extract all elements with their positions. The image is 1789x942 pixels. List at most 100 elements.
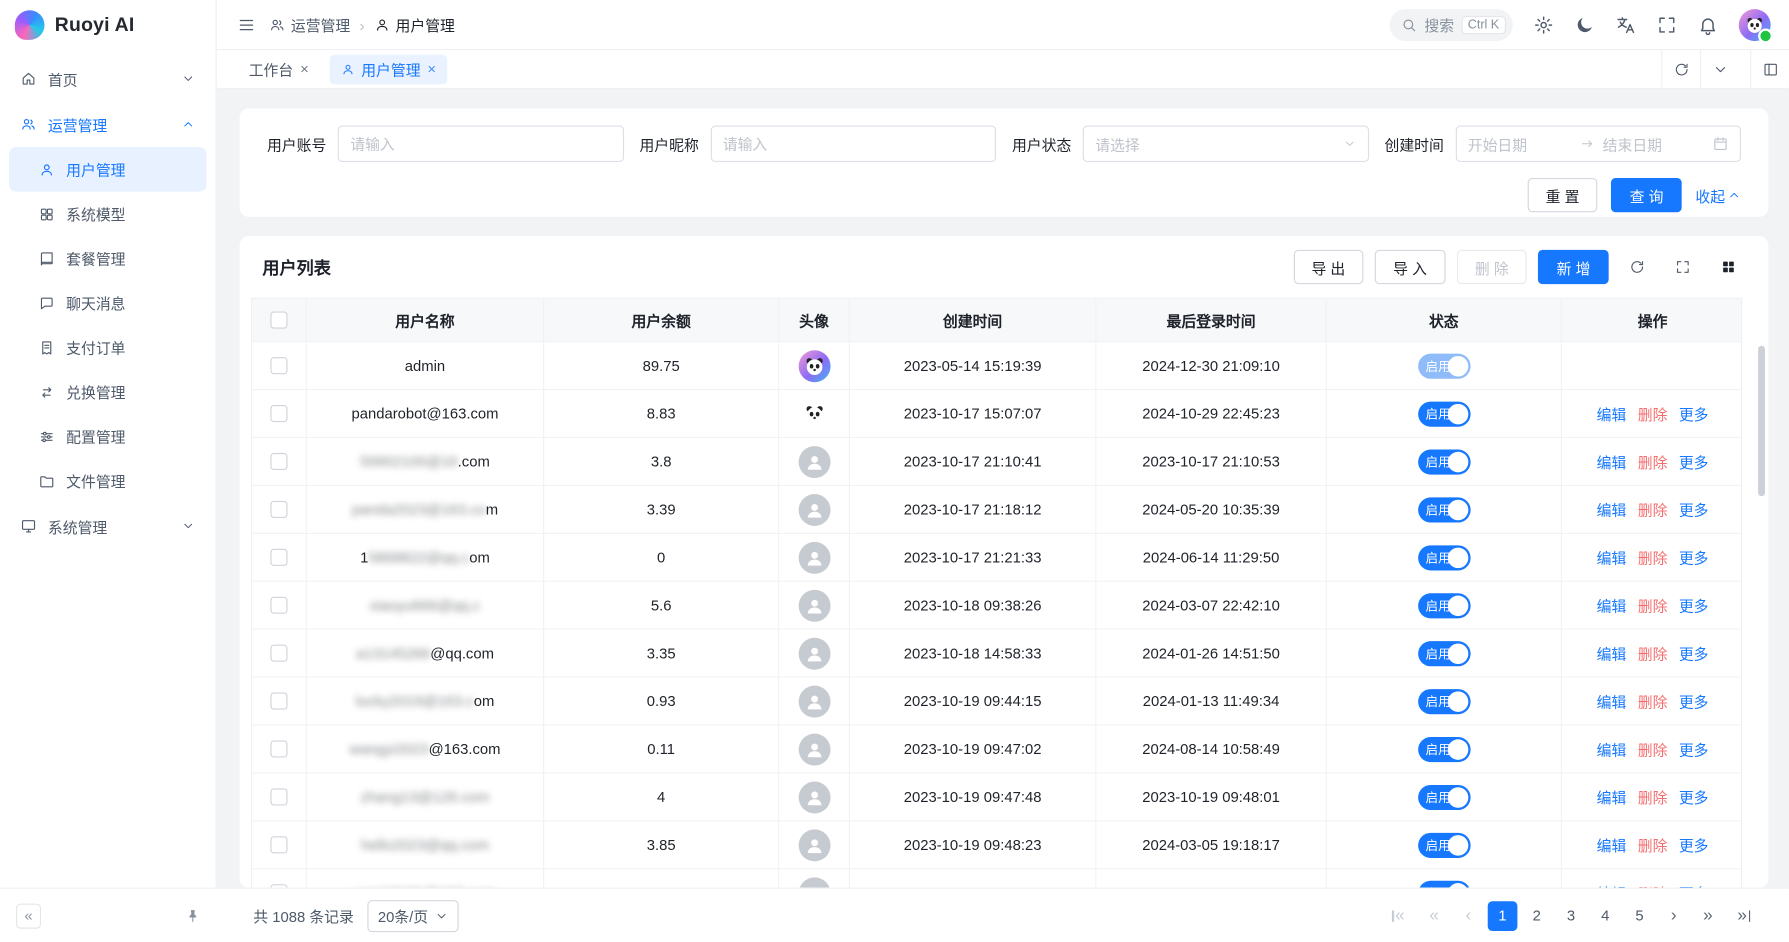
status-toggle[interactable]: 启用: [1418, 736, 1470, 761]
edit-link[interactable]: 编辑: [1597, 594, 1627, 616]
global-search-button[interactable]: 搜索 Ctrl K: [1390, 9, 1513, 41]
tab-usermgmt[interactable]: 用户管理 ×: [329, 54, 447, 84]
query-button[interactable]: 查 询: [1611, 178, 1681, 212]
status-toggle[interactable]: 启用: [1418, 832, 1470, 857]
status-toggle[interactable]: 启用: [1418, 497, 1470, 522]
row-checkbox[interactable]: [270, 453, 287, 470]
sidebar-subitem[interactable]: 用户管理: [9, 147, 206, 191]
account-input[interactable]: [350, 135, 611, 152]
back-5-pages-button[interactable]: «: [1419, 901, 1449, 931]
more-link[interactable]: 更多: [1679, 546, 1709, 568]
edit-link[interactable]: 编辑: [1597, 738, 1627, 760]
delete-link[interactable]: 删除: [1638, 642, 1668, 664]
layout-toggle-button[interactable]: [1750, 50, 1789, 88]
delete-button[interactable]: 删 除: [1457, 250, 1527, 284]
created-daterange[interactable]: 开始日期 结束日期: [1455, 125, 1741, 162]
export-button[interactable]: 导 出: [1293, 250, 1363, 284]
edit-link[interactable]: 编辑: [1597, 690, 1627, 712]
first-page-button[interactable]: «: [1385, 901, 1415, 931]
status-toggle[interactable]: 启用: [1418, 545, 1470, 570]
page-button-1[interactable]: 1: [1488, 901, 1518, 931]
more-link[interactable]: 更多: [1679, 786, 1709, 808]
page-button-4[interactable]: 4: [1590, 901, 1620, 931]
delete-link[interactable]: 删除: [1638, 786, 1668, 808]
status-toggle[interactable]: 启用: [1418, 449, 1470, 474]
status-toggle[interactable]: 启用: [1418, 880, 1470, 887]
refresh-page-button[interactable]: [1661, 50, 1700, 88]
status-toggle[interactable]: 启用: [1418, 401, 1470, 426]
more-link[interactable]: 更多: [1679, 594, 1709, 616]
more-link[interactable]: 更多: [1679, 834, 1709, 856]
delete-link[interactable]: 删除: [1638, 594, 1668, 616]
fullscreen-icon[interactable]: [1657, 14, 1678, 35]
page-button-2[interactable]: 2: [1522, 901, 1552, 931]
page-button-3[interactable]: 3: [1556, 901, 1586, 931]
theme-moon-icon[interactable]: [1574, 14, 1595, 35]
row-checkbox[interactable]: [270, 836, 287, 853]
delete-link[interactable]: 删除: [1638, 834, 1668, 856]
status-toggle[interactable]: 启用: [1418, 689, 1470, 714]
sidebar-subitem[interactable]: 配置管理: [9, 414, 206, 458]
breadcrumb-item-operations[interactable]: 运营管理: [269, 14, 350, 36]
more-link[interactable]: 更多: [1679, 738, 1709, 760]
sidebar-collapse-button[interactable]: «: [16, 903, 41, 928]
sidebar-item-operations[interactable]: 运营管理: [9, 102, 206, 148]
refresh-table-button[interactable]: [1620, 250, 1654, 284]
delete-link[interactable]: 删除: [1638, 499, 1668, 521]
row-checkbox[interactable]: [270, 645, 287, 662]
breadcrumb-item-usermgmt[interactable]: 用户管理: [374, 14, 455, 36]
row-checkbox[interactable]: [270, 501, 287, 518]
status-toggle[interactable]: 启用: [1418, 593, 1470, 618]
edit-link[interactable]: 编辑: [1597, 403, 1627, 425]
row-checkbox[interactable]: [270, 405, 287, 422]
notification-bell-icon[interactable]: [1698, 14, 1719, 35]
more-link[interactable]: 更多: [1679, 403, 1709, 425]
edit-link[interactable]: 编辑: [1597, 642, 1627, 664]
status-toggle[interactable]: 启用: [1418, 641, 1470, 666]
edit-link[interactable]: 编辑: [1597, 451, 1627, 473]
sidebar-toggle-button[interactable]: [237, 15, 255, 33]
more-link[interactable]: 更多: [1679, 642, 1709, 664]
status-toggle[interactable]: 启用: [1418, 353, 1470, 378]
sidebar-subitem[interactable]: 套餐管理: [9, 236, 206, 280]
prev-page-button[interactable]: ‹: [1454, 901, 1484, 931]
sidebar-subitem[interactable]: 系统模型: [9, 192, 206, 236]
next-page-button[interactable]: ›: [1659, 901, 1689, 931]
more-link[interactable]: 更多: [1679, 451, 1709, 473]
page-size-select[interactable]: 20条/页: [368, 900, 459, 932]
edit-link[interactable]: 编辑: [1597, 834, 1627, 856]
page-button-5[interactable]: 5: [1625, 901, 1655, 931]
edit-link[interactable]: 编辑: [1597, 786, 1627, 808]
table-scrollbar[interactable]: [1758, 346, 1765, 497]
column-settings-button[interactable]: [1711, 250, 1745, 284]
row-checkbox[interactable]: [270, 549, 287, 566]
sidebar-item-home[interactable]: 首页: [9, 56, 206, 102]
tab-menu-button[interactable]: [1700, 50, 1739, 88]
select-all-checkbox[interactable]: [270, 311, 287, 328]
forward-5-pages-button[interactable]: »: [1693, 901, 1723, 931]
sidebar-subitem[interactable]: 支付订单: [9, 325, 206, 369]
edit-link[interactable]: 编辑: [1597, 499, 1627, 521]
delete-link[interactable]: 删除: [1638, 451, 1668, 473]
status-select[interactable]: 请选择: [1083, 125, 1369, 162]
close-icon[interactable]: ×: [300, 62, 309, 77]
delete-link[interactable]: 删除: [1638, 738, 1668, 760]
add-button[interactable]: 新 增: [1538, 250, 1608, 284]
delete-link[interactable]: 删除: [1638, 690, 1668, 712]
reset-button[interactable]: 重 置: [1527, 178, 1597, 212]
delete-link[interactable]: 删除: [1638, 403, 1668, 425]
delete-link[interactable]: 删除: [1638, 546, 1668, 568]
sidebar-item-system[interactable]: 系统管理: [9, 503, 206, 549]
sidebar-subitem[interactable]: 文件管理: [9, 459, 206, 503]
pin-icon[interactable]: [185, 908, 201, 924]
import-button[interactable]: 导 入: [1375, 250, 1445, 284]
translate-icon[interactable]: [1616, 14, 1637, 35]
more-link[interactable]: 更多: [1679, 690, 1709, 712]
sidebar-subitem[interactable]: 兑换管理: [9, 370, 206, 414]
row-checkbox[interactable]: [270, 740, 287, 757]
close-icon[interactable]: ×: [427, 62, 436, 77]
row-checkbox[interactable]: [270, 597, 287, 614]
nickname-input[interactable]: [723, 135, 984, 152]
row-checkbox[interactable]: [270, 788, 287, 805]
edit-link[interactable]: 编辑: [1597, 546, 1627, 568]
